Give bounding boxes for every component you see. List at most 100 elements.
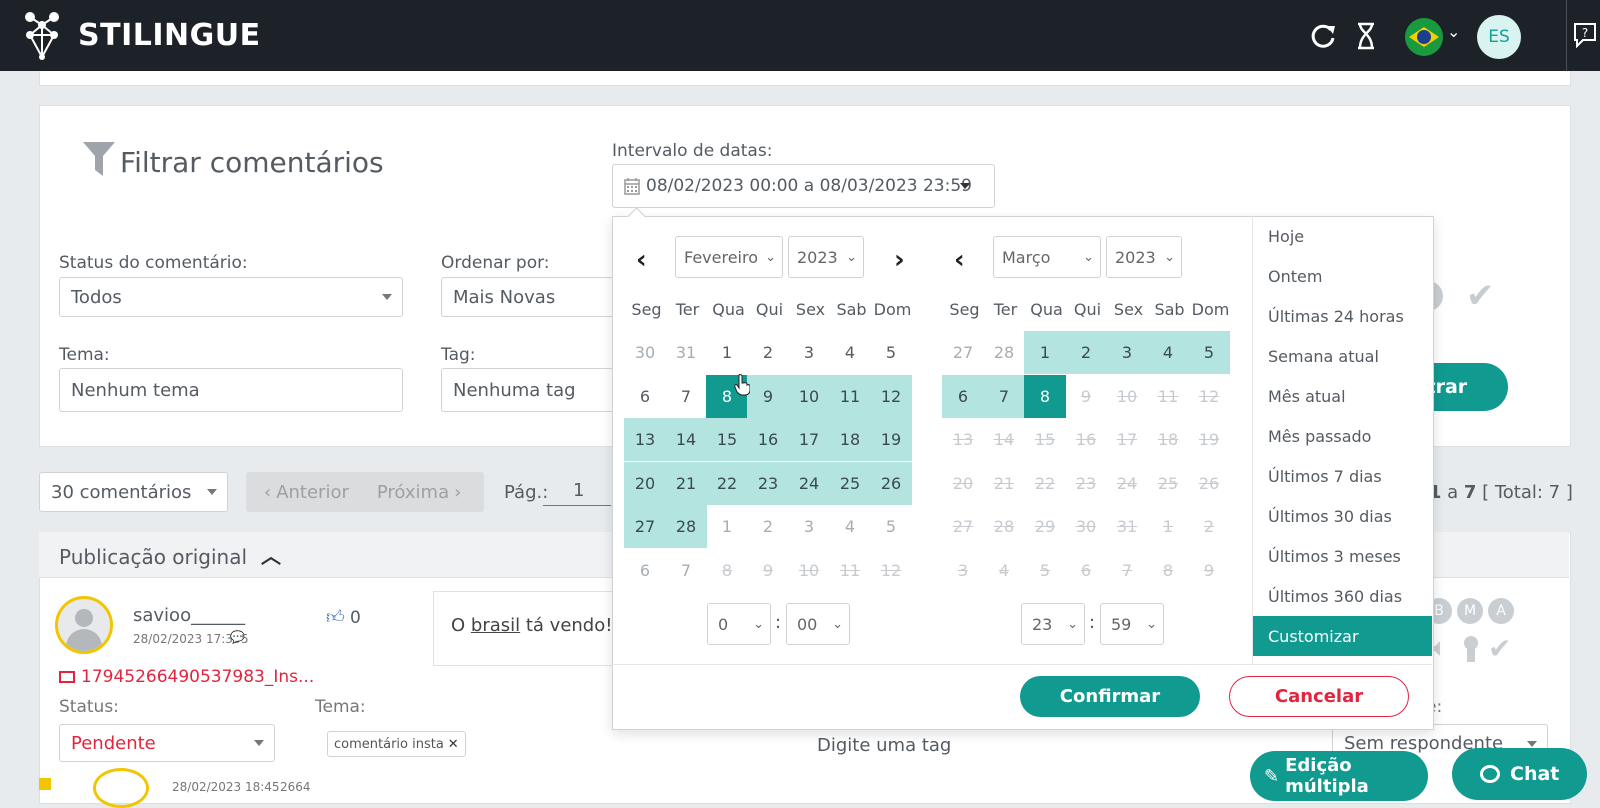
check-icon[interactable]: ✔: [1466, 276, 1495, 316]
calendar-day[interactable]: 1: [1024, 331, 1066, 374]
date-range-field[interactable]: 08/02/2023 00:00 a 08/03/2023 23:59: [612, 164, 995, 208]
per-page-select[interactable]: 30 comentários: [39, 472, 228, 512]
calendar-day[interactable]: 2: [747, 505, 789, 548]
hourglass-icon[interactable]: [1356, 22, 1376, 50]
right-minute-select[interactable]: 59 ⌄: [1100, 603, 1164, 645]
left-month-select[interactable]: Fevereiro ⌄: [675, 236, 783, 278]
calendar-day[interactable]: 12: [870, 374, 912, 418]
cancel-button[interactable]: Cancelar: [1229, 676, 1409, 717]
tag-input[interactable]: Digite uma tag: [817, 735, 951, 756]
page-input[interactable]: 1: [543, 476, 611, 506]
stilingue-logo-icon[interactable]: [22, 9, 62, 61]
chevron-left-icon[interactable]: ‹: [636, 245, 647, 275]
calendar-day[interactable]: 2: [747, 331, 789, 374]
calendar-day[interactable]: 6: [942, 374, 984, 418]
calendar-day[interactable]: 21: [665, 461, 707, 505]
calendar-day[interactable]: 9: [747, 374, 789, 418]
pub-status-select[interactable]: Pendente: [59, 724, 275, 762]
preset-range-item[interactable]: Mês passado: [1253, 416, 1432, 456]
preset-range-item[interactable]: Últimos 3 meses: [1253, 536, 1432, 576]
left-hour-select[interactable]: 0 ⌄: [707, 603, 771, 645]
preset-range-item[interactable]: Últimos 30 dias: [1253, 496, 1432, 536]
avatar[interactable]: [93, 768, 149, 808]
calendar-day[interactable]: 6: [624, 549, 666, 592]
calendar-day[interactable]: 5: [870, 331, 912, 374]
calendar-day[interactable]: 25: [829, 461, 871, 505]
calendar-day[interactable]: 4: [829, 331, 871, 374]
confirm-button[interactable]: Confirmar: [1020, 676, 1200, 717]
calendar-day[interactable]: 1: [706, 505, 748, 548]
calendar-day[interactable]: 19: [870, 418, 912, 461]
left-minute-select[interactable]: 00 ⌄: [786, 603, 850, 645]
order-select[interactable]: Mais Novas: [441, 277, 613, 317]
user-avatar[interactable]: ES: [1477, 15, 1521, 59]
calendar-day[interactable]: 11: [829, 374, 871, 418]
calendar-day[interactable]: 27: [942, 331, 984, 374]
calendar-day[interactable]: 15: [706, 418, 748, 461]
calendar-day[interactable]: 31: [665, 331, 707, 374]
preset-range-item[interactable]: Últimas 24 horas: [1253, 296, 1432, 336]
calendar-day[interactable]: 27: [624, 505, 666, 548]
calendar-day[interactable]: 7: [665, 549, 707, 592]
calendar-day[interactable]: 22: [706, 461, 748, 505]
chat-button[interactable]: Chat: [1452, 748, 1587, 800]
calendar-day[interactable]: 13: [624, 418, 666, 461]
chevron-up-icon[interactable]: ︿: [261, 540, 281, 569]
calendar-day[interactable]: 16: [747, 418, 789, 461]
badge-m[interactable]: M: [1457, 598, 1483, 624]
brazil-flag-icon[interactable]: [1405, 18, 1443, 56]
calendar-day[interactable]: 28: [665, 505, 707, 548]
calendar-day[interactable]: 26: [870, 461, 912, 505]
preset-range-item[interactable]: Últimos 360 dias: [1253, 576, 1432, 616]
keyhole-icon[interactable]: [1462, 636, 1480, 662]
calendar-day[interactable]: 28: [983, 331, 1025, 374]
chevron-right-icon[interactable]: ›: [894, 245, 905, 275]
calendar-day[interactable]: 18: [829, 418, 871, 461]
calendar-day[interactable]: 17: [788, 418, 830, 461]
preset-range-item[interactable]: Mês atual: [1253, 376, 1432, 416]
calendar-day[interactable]: 7: [665, 375, 707, 418]
author-name[interactable]: savioo______: [133, 605, 245, 626]
preset-range-item[interactable]: Hoje: [1253, 216, 1432, 256]
tag-select[interactable]: Nenhuma tag: [441, 368, 613, 412]
multi-edit-button[interactable]: ✎ Edição múltipla: [1250, 751, 1428, 801]
thumbs-up-icon[interactable]: 👍︎: [326, 606, 345, 628]
next-page-button[interactable]: Próxima: [377, 482, 449, 503]
calendar-day[interactable]: 5: [870, 505, 912, 548]
calendar-day[interactable]: 14: [665, 418, 707, 461]
app-name[interactable]: STILINGUE: [78, 18, 261, 53]
calendar-day[interactable]: 7: [983, 374, 1025, 418]
preset-range-item[interactable]: Customizar: [1253, 616, 1432, 656]
badge-a[interactable]: A: [1488, 598, 1514, 624]
preset-range-item[interactable]: Ontem: [1253, 256, 1432, 296]
calendar-day[interactable]: 3: [1106, 331, 1148, 374]
post-text-link[interactable]: brasil: [471, 615, 520, 636]
avatar[interactable]: [55, 596, 113, 654]
calendar-day[interactable]: 30: [624, 331, 666, 374]
check-icon[interactable]: ✔: [1488, 632, 1511, 665]
right-month-select[interactable]: Março ⌄: [993, 236, 1101, 278]
preset-range-item[interactable]: Semana atual: [1253, 336, 1432, 376]
calendar-day[interactable]: 23: [747, 461, 789, 505]
calendar-day[interactable]: 8: [1024, 374, 1066, 418]
calendar-day[interactable]: 2: [1065, 331, 1107, 374]
calendar-day[interactable]: 20: [624, 461, 666, 505]
right-hour-select[interactable]: 23 ⌄: [1021, 603, 1085, 645]
close-icon[interactable]: ✕: [448, 737, 459, 752]
right-year-select[interactable]: 2023 ⌄: [1106, 236, 1182, 278]
calendar-day[interactable]: 6: [624, 375, 666, 418]
status-select[interactable]: Todos: [59, 277, 403, 317]
refresh-icon[interactable]: [1309, 22, 1337, 50]
help-icon[interactable]: ?: [1573, 22, 1597, 48]
chevron-left-icon[interactable]: ‹: [954, 245, 965, 275]
calendar-day[interactable]: 3: [788, 505, 830, 548]
speaker-icon[interactable]: 🔈︎: [1432, 633, 1448, 664]
theme-select[interactable]: Nenhum tema: [59, 368, 403, 412]
calendar-day[interactable]: 5: [1188, 331, 1230, 374]
preset-range-item[interactable]: Últimos 7 dias: [1253, 456, 1432, 496]
calendar-day[interactable]: 10: [788, 374, 830, 418]
left-year-select[interactable]: 2023 ⌄: [788, 236, 864, 278]
calendar-day[interactable]: 3: [788, 331, 830, 374]
calendar-day[interactable]: 4: [1147, 331, 1189, 374]
calendar-day[interactable]: 4: [829, 505, 871, 548]
